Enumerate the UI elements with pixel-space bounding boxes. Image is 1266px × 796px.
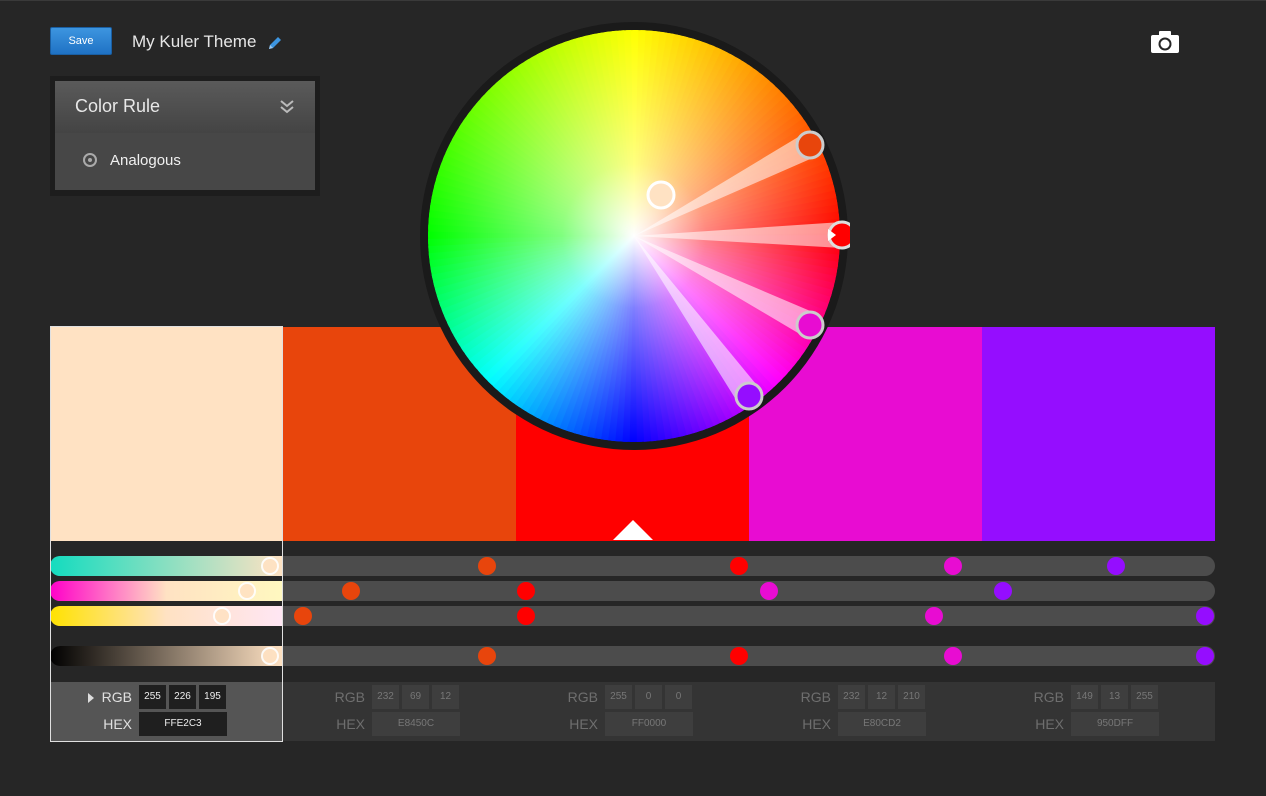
slider-knob[interactable]: [1196, 607, 1214, 625]
base-color-indicator: [613, 520, 653, 540]
slider-knob[interactable]: [213, 607, 231, 625]
slider-knob[interactable]: [238, 582, 256, 600]
top-border: [0, 0, 1266, 1]
rgb-field-g[interactable]: 12: [868, 685, 895, 709]
slider-knob[interactable]: [478, 647, 496, 665]
color-values-row: RGB HEX 255 226 195 FFE2C3 RGB HEX 232 69 12 E8450C…: [50, 682, 1215, 741]
slider-track-1[interactable]: [50, 556, 1215, 576]
slider-gradient: [50, 556, 283, 576]
hex-label: HEX: [802, 716, 831, 732]
rgb-field-b[interactable]: 210: [898, 685, 925, 709]
slider-gradient: [50, 606, 283, 626]
slider-knob[interactable]: [261, 647, 279, 665]
slider-knob[interactable]: [925, 607, 943, 625]
rgb-field-r[interactable]: 149: [1071, 685, 1098, 709]
color-values-1: RGB HEX 255 226 195 FFE2C3: [50, 682, 283, 741]
rgb-label: RGB: [1033, 689, 1064, 705]
slider-knob[interactable]: [294, 607, 312, 625]
color-swatch-5[interactable]: [982, 327, 1215, 541]
slider-knob[interactable]: [730, 647, 748, 665]
double-chevron-down-icon[interactable]: [279, 98, 295, 114]
color-rule-header[interactable]: Color Rule: [55, 81, 315, 133]
rgb-field-r[interactable]: 255: [139, 685, 166, 709]
color-swatch-1[interactable]: [50, 327, 283, 541]
color-rule-option[interactable]: Analogous: [55, 133, 315, 190]
rgb-label: RGB: [800, 689, 831, 705]
radio-icon[interactable]: [83, 153, 97, 167]
theme-title[interactable]: My Kuler Theme: [132, 32, 256, 52]
slider-knob[interactable]: [261, 557, 279, 575]
color-values-4: RGB HEX 232 12 210 E80CD2: [749, 682, 982, 741]
color-values-5: RGB HEX 149 13 255 950DFF: [982, 682, 1215, 741]
rgb-field-g[interactable]: 0: [635, 685, 662, 709]
slider-gradient: [50, 646, 283, 666]
slider-knob[interactable]: [730, 557, 748, 575]
color-values-2: RGB HEX 232 69 12 E8450C: [283, 682, 516, 741]
slider-knob[interactable]: [994, 582, 1012, 600]
slider-knob[interactable]: [517, 607, 535, 625]
hex-label: HEX: [103, 716, 132, 732]
slider-knob[interactable]: [1107, 557, 1125, 575]
hex-label: HEX: [569, 716, 598, 732]
rgb-field-g[interactable]: 13: [1101, 685, 1128, 709]
camera-icon[interactable]: [1150, 30, 1180, 54]
wheel-handle-1[interactable]: [646, 180, 676, 210]
rgb-field-b[interactable]: 195: [199, 685, 226, 709]
slider-knob[interactable]: [944, 557, 962, 575]
pencil-icon[interactable]: [266, 36, 284, 50]
hex-label: HEX: [1035, 716, 1064, 732]
hex-field[interactable]: FFE2C3: [139, 712, 227, 736]
save-button[interactable]: Save: [50, 27, 112, 55]
color-rule-panel: Color Rule Analogous: [50, 76, 320, 196]
hex-field[interactable]: FF0000: [605, 712, 693, 736]
color-rule-option-label: Analogous: [110, 152, 181, 169]
slider-track-4[interactable]: [50, 646, 1215, 666]
slider-knob[interactable]: [944, 647, 962, 665]
rgb-label: RGB: [567, 689, 598, 705]
wheel-handle-2[interactable]: [795, 130, 825, 160]
slider-knob[interactable]: [478, 557, 496, 575]
wheel-handle-5[interactable]: [734, 381, 764, 411]
hex-label: HEX: [336, 716, 365, 732]
rgb-field-g[interactable]: 69: [402, 685, 429, 709]
wheel-handle-4[interactable]: [795, 310, 825, 340]
slider-knob[interactable]: [342, 582, 360, 600]
slider-track-3[interactable]: [50, 606, 1215, 626]
slider-track-2[interactable]: [50, 581, 1215, 601]
rgb-field-r[interactable]: 255: [605, 685, 632, 709]
rgb-field-b[interactable]: 255: [1131, 685, 1158, 709]
rgb-field-g[interactable]: 226: [169, 685, 196, 709]
color-rule-title: Color Rule: [75, 96, 161, 116]
rgb-field-r[interactable]: 232: [372, 685, 399, 709]
rgb-field-b[interactable]: 0: [665, 685, 692, 709]
rgb-field-r[interactable]: 232: [838, 685, 865, 709]
rgb-field-b[interactable]: 12: [432, 685, 459, 709]
hex-field[interactable]: E80CD2: [838, 712, 926, 736]
color-wheel[interactable]: [418, 20, 850, 452]
slider-knob[interactable]: [1196, 647, 1214, 665]
color-values-3: RGB HEX 255 0 0 FF0000: [516, 682, 749, 741]
hex-field[interactable]: 950DFF: [1071, 712, 1159, 736]
rgb-label: RGB: [334, 689, 365, 705]
rgb-label: RGB: [101, 689, 132, 705]
slider-knob[interactable]: [760, 582, 778, 600]
hex-field[interactable]: E8450C: [372, 712, 460, 736]
slider-knob[interactable]: [517, 582, 535, 600]
